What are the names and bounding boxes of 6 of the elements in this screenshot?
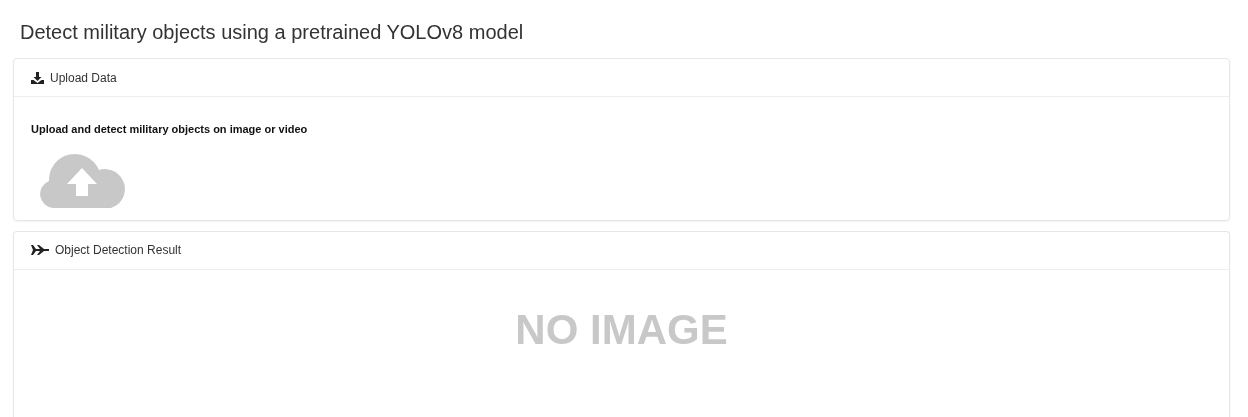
jet-icon xyxy=(31,245,49,255)
card-title: Object Detection Result xyxy=(55,242,182,259)
upload-prompt: Upload and detect military objects on image or video xyxy=(31,122,309,137)
card-title: Upload Data xyxy=(50,69,117,87)
page-title: Detect military objects using a pretrained YOLOv8 model xyxy=(20,20,525,45)
download-icon xyxy=(31,71,44,84)
